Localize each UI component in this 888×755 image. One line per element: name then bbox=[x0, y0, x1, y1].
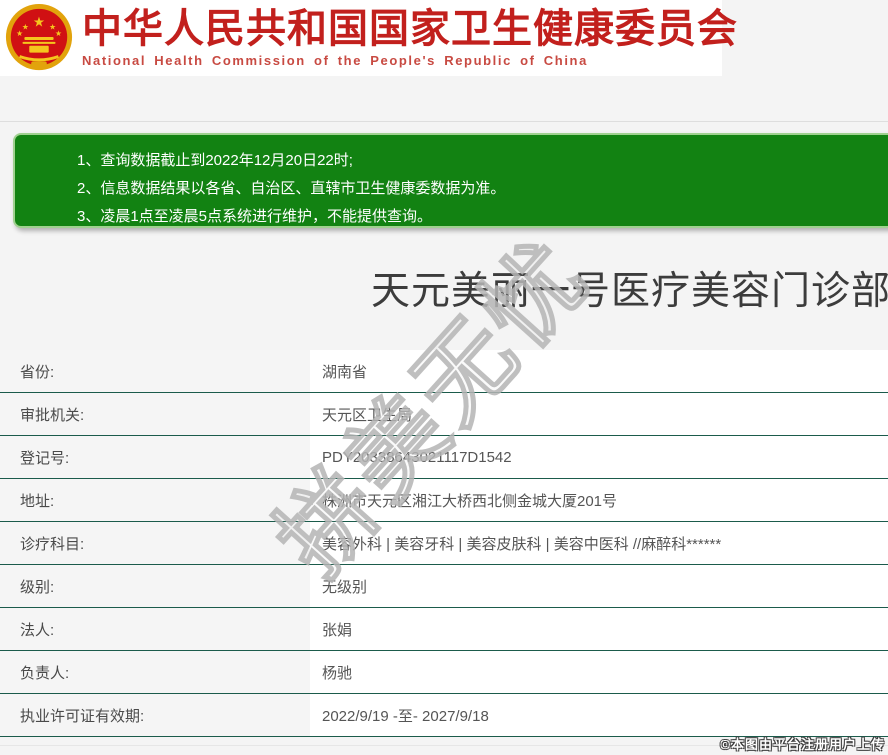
field-value: 2022/9/19 -至- 2027/9/18 bbox=[310, 694, 888, 736]
field-value: PDY20338643021117D1542 bbox=[310, 436, 888, 478]
field-value: 株洲市天元区湘江大桥西北侧金城大厦201号 bbox=[310, 479, 888, 521]
institution-title: 天元美丽一号医疗美容门诊部 bbox=[371, 270, 888, 313]
field-label: 审批机关: bbox=[0, 393, 310, 435]
notice-line: 2、信息数据结果以各省、自治区、直辖市卫生健康委数据为准。 bbox=[77, 180, 506, 197]
field-label: 诊疗科目: bbox=[0, 522, 310, 564]
header-text: 中华人民共和国国家卫生健康委员会 National Health Commiss… bbox=[82, 8, 738, 68]
table-row-address: 地址: 株洲市天元区湘江大桥西北侧金城大厦201号 bbox=[0, 479, 888, 522]
table-row-approval-authority: 审批机关: 天元区卫生局 bbox=[0, 393, 888, 436]
field-value: 无级别 bbox=[310, 565, 888, 607]
field-label: 执业许可证有效期: bbox=[0, 694, 310, 736]
notice-box: 1、查询数据截止到2022年12月20日22时; 2、信息数据结果以各省、自治区… bbox=[13, 133, 888, 228]
query-result-page: ★ ★ ★ ★ ★ 中华人民共和国国家卫生健康委员会 National Heal… bbox=[0, 0, 888, 755]
notice-line: 1、查询数据截止到2022年12月20日22时; bbox=[77, 152, 353, 169]
field-label: 法人: bbox=[0, 608, 310, 650]
table-row-departments: 诊疗科目: 美容外科 | 美容牙科 | 美容皮肤科 | 美容中医科 //麻醉科*… bbox=[0, 522, 888, 565]
table-row-legal-person: 法人: 张娟 bbox=[0, 608, 888, 651]
upload-copyright-overlay: ©本图由平台注册用户上传 bbox=[720, 737, 885, 752]
national-emblem-icon: ★ ★ ★ ★ ★ bbox=[5, 3, 73, 71]
field-value: 天元区卫生局 bbox=[310, 393, 888, 435]
header-divider bbox=[0, 121, 888, 122]
svg-text:★: ★ bbox=[55, 29, 62, 38]
field-value: 湖南省 bbox=[310, 350, 888, 392]
table-row-province: 省份: 湖南省 bbox=[0, 350, 888, 393]
svg-text:★: ★ bbox=[16, 29, 23, 38]
svg-text:★: ★ bbox=[33, 14, 45, 29]
table-row-level: 级别: 无级别 bbox=[0, 565, 888, 608]
notice-line: 3、凌晨1点至凌晨5点系统进行维护，不能提供查询。 bbox=[77, 208, 433, 225]
site-header: ★ ★ ★ ★ ★ 中华人民共和国国家卫生健康委员会 National Heal… bbox=[0, 0, 737, 76]
field-label: 省份: bbox=[0, 350, 310, 392]
field-value: 张娟 bbox=[310, 608, 888, 650]
field-value: 美容外科 | 美容牙科 | 美容皮肤科 | 美容中医科 //麻醉科****** bbox=[310, 522, 888, 564]
table-row-license-validity: 执业许可证有效期: 2022/9/19 -至- 2027/9/18 bbox=[0, 694, 888, 737]
field-label: 地址: bbox=[0, 479, 310, 521]
header-title-cn: 中华人民共和国国家卫生健康委员会 bbox=[82, 7, 738, 51]
field-value: 杨驰 bbox=[310, 651, 888, 693]
field-label: 登记号: bbox=[0, 436, 310, 478]
header-title-en: National Health Commission of the People… bbox=[82, 53, 588, 68]
field-label: 级别: bbox=[0, 565, 310, 607]
field-label: 负责人: bbox=[0, 651, 310, 693]
table-row-person-in-charge: 负责人: 杨驰 bbox=[0, 651, 888, 694]
info-table: 省份: 湖南省 审批机关: 天元区卫生局 登记号: PDY20338643021… bbox=[0, 350, 888, 737]
table-row-registration-no: 登记号: PDY20338643021117D1542 bbox=[0, 436, 888, 479]
